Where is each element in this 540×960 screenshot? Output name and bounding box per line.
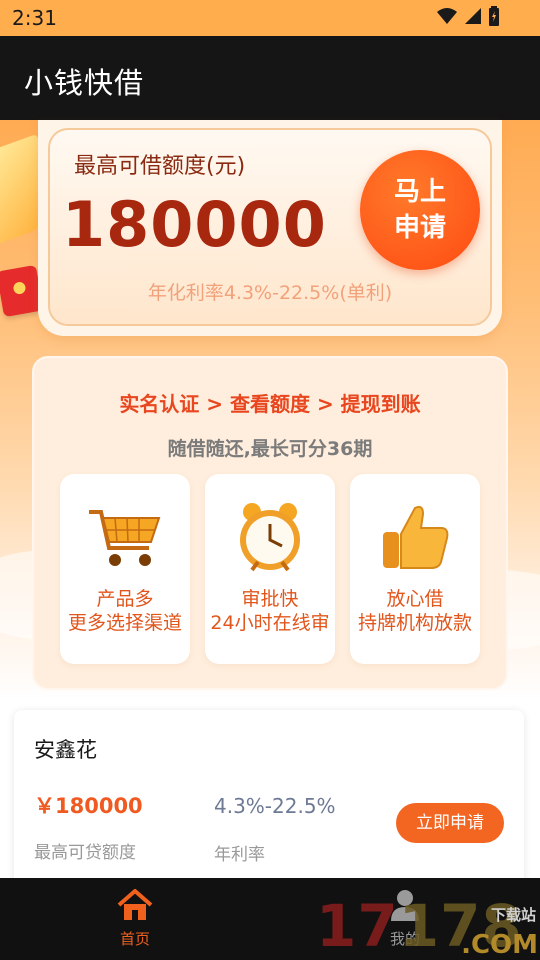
app-title: 小钱快借: [24, 66, 145, 100]
feature-fast-approval: 审批快 24小时在线审: [205, 474, 335, 664]
product-rate: 4.3%-22.5%: [214, 794, 336, 818]
status-bar: 2:31: [0, 0, 540, 36]
watermark-logo: 17178 下载站 .COM: [316, 896, 540, 960]
feature-fast-approval-desc: 24小时在线审: [210, 612, 330, 634]
quota-panel: 最高可借额度(元) 180000 年化利率4.3%-22.5%(单利) 马上 申…: [48, 128, 492, 326]
feature-safe-borrow: 放心借 持牌机构放款: [350, 474, 480, 664]
status-time: 2:31: [12, 6, 57, 30]
nav-home[interactable]: 首页: [100, 888, 170, 949]
gold-cube-decoration: [0, 133, 38, 251]
quota-rate: 年化利率4.3%-22.5%(单利): [147, 282, 393, 304]
watermark-site: 下载站: [490, 906, 536, 924]
product-card[interactable]: 安鑫花 ￥180000 最高可贷额度 4.3%-22.5% 年利率 立即申请: [14, 710, 524, 890]
product-amount-label: 最高可贷额度: [34, 843, 136, 863]
feature-safe-borrow-title: 放心借: [386, 588, 444, 610]
watermark-domain: .COM: [461, 930, 538, 960]
steps-card: 实名认证 > 查看额度 > 提现到账 随借随还,最长可分36期 产品多 更多选择…: [32, 356, 508, 690]
home-icon: [117, 889, 153, 920]
apply-now-label-2: 申请: [393, 213, 446, 243]
quota-card: 最高可借额度(元) 180000 年化利率4.3%-22.5%(单利) 马上 申…: [38, 120, 502, 336]
product-apply-button[interactable]: 立即申请: [396, 803, 504, 843]
app-bar: 小钱快借: [0, 36, 540, 120]
feature-safe-borrow-desc: 持牌机构放款: [357, 612, 472, 634]
feature-fast-approval-title: 审批快: [241, 588, 299, 610]
thumbs-up-icon: [383, 505, 449, 569]
feature-products: 产品多 更多选择渠道: [60, 474, 190, 664]
alarm-clock-icon: [240, 503, 300, 572]
feature-products-desc: 更多选择渠道: [67, 612, 182, 634]
quota-amount: 180000: [62, 188, 327, 261]
quota-label: 最高可借额度(元): [74, 154, 246, 179]
signal-icon: [465, 8, 481, 24]
status-icons: [436, 6, 500, 26]
shopping-cart-icon: [89, 510, 161, 566]
product-rate-label: 年利率: [214, 845, 265, 865]
apply-now-button[interactable]: 马上 申请: [360, 150, 480, 270]
battery-icon: [489, 6, 499, 26]
product-amount: ￥180000: [34, 794, 143, 818]
steps-title: 实名认证 > 查看额度 > 提现到账: [119, 392, 421, 416]
wifi-icon: [437, 8, 457, 24]
steps-subtitle: 随借随还,最长可分36期: [167, 438, 373, 460]
product-name: 安鑫花: [34, 738, 97, 762]
apply-now-label-1: 马上: [393, 177, 446, 207]
feature-products-title: 产品多: [96, 588, 154, 610]
nav-home-label: 首页: [119, 930, 150, 948]
